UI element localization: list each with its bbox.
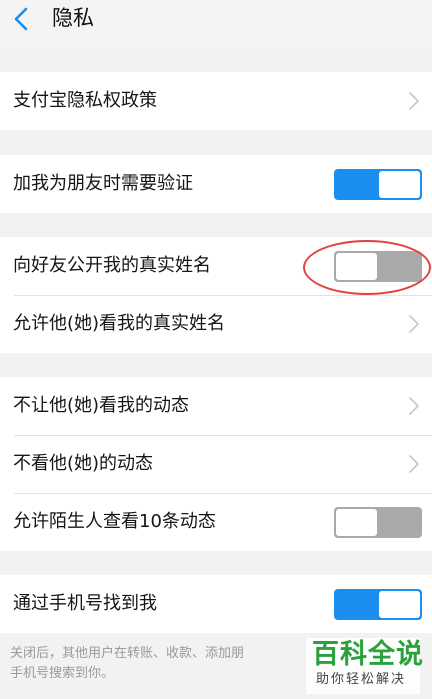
section-privacy-policy: 支付宝隐私权政策 xyxy=(0,72,432,130)
row-label: 通过手机号找到我 xyxy=(13,593,157,614)
nav-bar: 隐私 xyxy=(0,0,432,46)
toggle-knob xyxy=(336,253,377,280)
row-label: 允许他(她)看我的真实姓名 xyxy=(13,313,226,334)
chevron-left-icon[interactable] xyxy=(10,6,34,32)
row-find-by-phone: 通过手机号找到我 xyxy=(0,575,432,633)
section-real-name: 向好友公开我的真实姓名 允许他(她)看我的真实姓名 xyxy=(0,237,432,353)
section-friend-verification: 加我为朋友时需要验证 xyxy=(0,155,432,213)
row-privacy-policy[interactable]: 支付宝隐私权政策 xyxy=(0,72,432,130)
footnote-text: 关闭后，其他用户在转账、收款、添加朋 手机号搜索到你。 xyxy=(10,644,310,684)
row-label: 向好友公开我的真实姓名 xyxy=(13,255,211,276)
chevron-right-icon xyxy=(408,454,420,474)
chevron-right-icon xyxy=(408,396,420,416)
row-label: 不看他(她)的动态 xyxy=(13,453,154,474)
row-hide-their-moments[interactable]: 不看他(她)的动态 xyxy=(0,435,432,493)
toggle-knob xyxy=(336,509,377,536)
watermark-subtitle: 助你轻松解决 xyxy=(316,672,407,687)
watermark-logo: 百科全说 助你轻松解决 xyxy=(306,638,423,694)
toggle-knob xyxy=(379,591,420,618)
page-title: 隐私 xyxy=(52,6,94,30)
row-label: 允许陌生人查看10条动态 xyxy=(13,511,216,532)
row-show-real-name: 向好友公开我的真实姓名 xyxy=(0,237,432,295)
row-label: 加我为朋友时需要验证 xyxy=(13,173,193,194)
watermark-title: 百科全说 xyxy=(312,639,424,670)
row-label: 支付宝隐私权政策 xyxy=(13,90,157,111)
row-label: 不让他(她)看我的动态 xyxy=(13,395,190,416)
toggle-knob xyxy=(379,171,420,198)
chevron-right-icon xyxy=(408,91,420,111)
row-allow-view-real-name[interactable]: 允许他(她)看我的真实姓名 xyxy=(0,295,432,353)
toggle-switch-off[interactable] xyxy=(334,251,422,282)
row-stranger-moments: 允许陌生人查看10条动态 xyxy=(0,493,432,551)
section-find-by-phone: 通过手机号找到我 xyxy=(0,575,432,633)
toggle-switch-off[interactable] xyxy=(334,507,422,538)
row-friend-verification: 加我为朋友时需要验证 xyxy=(0,155,432,213)
section-moments: 不让他(她)看我的动态 不看他(她)的动态 允许陌生人查看10条动态 xyxy=(0,377,432,551)
row-hide-my-moments[interactable]: 不让他(她)看我的动态 xyxy=(0,377,432,435)
toggle-switch-on[interactable] xyxy=(334,169,422,200)
footnote-line: 手机号搜索到你。 xyxy=(10,666,115,681)
footnote-line: 关闭后，其他用户在转账、收款、添加朋 xyxy=(10,646,245,661)
toggle-switch-on[interactable] xyxy=(334,589,422,620)
chevron-right-icon xyxy=(408,314,420,334)
